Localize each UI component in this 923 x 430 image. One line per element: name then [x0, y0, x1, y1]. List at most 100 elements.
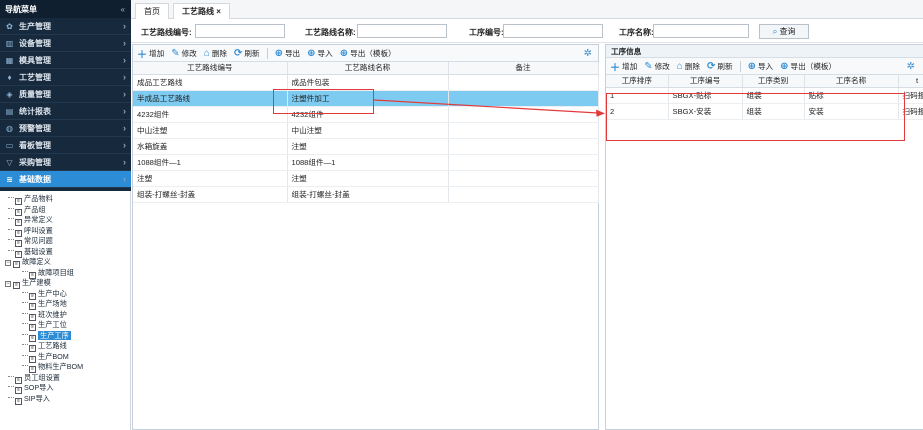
- tree-node[interactable]: ≡ 生产场地: [0, 299, 130, 310]
- proc-name-input[interactable]: [653, 24, 749, 38]
- sidebar-menu-item[interactable]: ♦ 工艺管理 ›: [0, 69, 131, 86]
- sidebar-menu-label: 质量管理: [19, 89, 51, 99]
- tree-node[interactable]: ≡ 常见问题: [0, 236, 130, 247]
- proc-settings-icon[interactable]: ✲: [907, 61, 915, 72]
- sidebar-menu-item[interactable]: ≋ 基础数据 ›: [0, 171, 131, 188]
- route-code-cell: 注塑: [133, 170, 288, 187]
- tree-node[interactable]: − ≡ 故障定义: [0, 257, 130, 268]
- route-code-input[interactable]: [195, 24, 285, 38]
- tree-node-label: 生产中心: [38, 288, 67, 298]
- sidebar-menu: ✿ 生产管理 › ▥ 设备管理 › ▦ 模具管理 › ♦ 工艺管理 › ◈ 质量管理 › ▤ 统计报表 › ◍ 预警管…: [0, 18, 131, 188]
- sidebar-menu-item[interactable]: ▤ 统计报表 ›: [0, 103, 131, 120]
- col-proc-code[interactable]: 工序编号: [668, 75, 743, 88]
- sidebar-menu-item[interactable]: ◍ 预警管理 ›: [0, 120, 131, 137]
- tree-node-label: 呼叫设置: [24, 225, 53, 235]
- col-route-code[interactable]: 工艺路线编号: [133, 62, 288, 75]
- tree-node[interactable]: ≡ 产品物料: [0, 194, 130, 205]
- route-name-cell: 注塑: [287, 170, 449, 187]
- tree-node-label: 基础设置: [24, 246, 53, 256]
- table-row[interactable]: 1088组件—1 1088组件—1: [133, 154, 599, 171]
- tree-node[interactable]: ≡ 呼叫设置: [0, 226, 130, 237]
- collapse-icon[interactable]: «: [121, 5, 125, 14]
- route-name-cell: 1088组件—1: [287, 154, 449, 171]
- route-code-cell: 组装-打螺丝-封盖: [133, 186, 288, 203]
- tree-node[interactable]: ≡ SOP导入: [0, 383, 130, 394]
- add-button[interactable]: ＋增加: [137, 46, 164, 61]
- edit-button[interactable]: ✎ 修改: [171, 48, 197, 59]
- shield-check-icon: ◈: [6, 89, 13, 99]
- gear-icon: ✿: [6, 21, 13, 31]
- table-row[interactable]: 注塑 注塑: [133, 170, 599, 187]
- sidebar-menu-item[interactable]: ◈ 质量管理 ›: [0, 86, 131, 103]
- collapse-toggle-icon[interactable]: −: [5, 260, 11, 266]
- collapse-toggle-icon[interactable]: −: [5, 281, 11, 287]
- tree-node[interactable]: ≡ 生产工位: [0, 320, 130, 331]
- col-proc-type[interactable]: 工序类别: [742, 75, 805, 88]
- tree-node[interactable]: ≡ 异常定义: [0, 215, 130, 226]
- tree-node[interactable]: ≡ 故障项目组: [0, 268, 130, 279]
- pencil-icon: ✎: [171, 47, 180, 59]
- table-row[interactable]: 中山注塑 中山注塑: [133, 122, 599, 139]
- tree-node[interactable]: ≡ 生产工序: [0, 330, 130, 342]
- col-proc-extra[interactable]: t: [898, 75, 923, 88]
- route-toolbar: ＋增加 ✎ 修改 ⌂ 删除 ⟳ 刷新 ⊕ 导出 ⊕ 导入 ⊕ 导出（模板） ✲: [133, 45, 598, 62]
- export-template-button[interactable]: ⊕ 导出（模板）: [340, 48, 396, 59]
- tree-node[interactable]: ≡ 生产BOM: [0, 352, 130, 363]
- sidebar-menu-item[interactable]: ▽ 采购管理 ›: [0, 154, 131, 171]
- table-row[interactable]: 组装-打螺丝-封盖 组装-打螺丝-封盖: [133, 186, 599, 203]
- route-name-input[interactable]: [357, 24, 447, 38]
- remark-cell: [448, 138, 599, 155]
- tree-node[interactable]: ≡ 员工组设置: [0, 373, 130, 384]
- import-button[interactable]: ⊕ 导入: [307, 48, 333, 59]
- tree-node[interactable]: ≡ 生产中心: [0, 289, 130, 300]
- proc-code-input[interactable]: [503, 24, 603, 38]
- plus-icon: ＋: [137, 49, 147, 61]
- col-route-name[interactable]: 工艺路线名称: [287, 62, 449, 75]
- tree-node[interactable]: ≡ 班次维护: [0, 310, 130, 321]
- tree-node-label: 生产建模: [22, 278, 51, 287]
- tree-node[interactable]: − ≡ 生产建模: [0, 278, 130, 289]
- route-code-cell: 中山注塑: [133, 122, 288, 139]
- proc-add-button[interactable]: ＋增加: [610, 59, 637, 74]
- bars-icon: ▥: [5, 38, 14, 48]
- proc-delete-button[interactable]: ⌂ 删除: [677, 61, 700, 72]
- proc-code-label: 工序编号:: [469, 28, 504, 37]
- settings-icon[interactable]: ✲: [584, 48, 592, 59]
- trash-icon: ⌂: [676, 60, 683, 72]
- shield-icon: ♦: [7, 72, 12, 82]
- route-code-cell: 成品工艺路线: [133, 74, 288, 91]
- sidebar-menu-item[interactable]: ✿ 生产管理 ›: [0, 18, 131, 35]
- query-button[interactable]: ⌕ 查询: [759, 24, 809, 39]
- tree-node[interactable]: ≡ 物料生产BOM: [0, 362, 130, 373]
- refresh-button[interactable]: ⟳ 刷新: [234, 48, 260, 59]
- delete-button[interactable]: ⌂ 删除: [204, 48, 227, 59]
- tree-node[interactable]: ≡ 产品组: [0, 205, 130, 216]
- col-proc-name[interactable]: 工序名称: [804, 75, 899, 88]
- cart-icon: ▽: [6, 157, 13, 167]
- tree-node[interactable]: ≡ 基础设置: [0, 247, 130, 258]
- col-remark[interactable]: 备注: [448, 62, 599, 75]
- tab-home[interactable]: 首页: [135, 3, 169, 19]
- sidebar-menu-item[interactable]: ▦ 模具管理 ›: [0, 52, 131, 69]
- table-row[interactable]: 成品工艺路线 成品件包装: [133, 74, 599, 91]
- route-table: 工艺路线编号 工艺路线名称 备注 成品工艺路线 成品件包装 半成品工艺路线 注塑件加工…: [133, 62, 599, 203]
- proc-export-template-button[interactable]: ⊕ 导出（模板）: [780, 61, 836, 72]
- tree-node-label: 生产场地: [38, 299, 67, 308]
- export-button[interactable]: ⊕ 导出: [275, 48, 301, 59]
- proc-edit-button[interactable]: ✎ 修改: [644, 61, 670, 72]
- route-name-cell: 成品件包装: [287, 74, 449, 91]
- grid-icon: ▦: [5, 55, 14, 65]
- tab-process-route[interactable]: 工艺路线 ×: [173, 3, 230, 19]
- proc-import-button[interactable]: ⊕ 导入: [748, 61, 774, 72]
- sidebar-menu-item[interactable]: ▥ 设备管理 ›: [0, 35, 131, 52]
- sidebar-menu-label: 统计报表: [19, 106, 51, 116]
- tree-node[interactable]: ≡ 工艺路线: [0, 341, 130, 352]
- tree-node[interactable]: ≡ SIP导入: [0, 394, 130, 405]
- proc-refresh-button[interactable]: ⟳ 刷新: [707, 61, 733, 72]
- table-row[interactable]: 水箱旋盖 注塑: [133, 138, 599, 155]
- search-icon: ⌕: [772, 26, 778, 36]
- sidebar-menu-label: 生产管理: [19, 21, 51, 31]
- sidebar-menu-item[interactable]: ▭ 看板管理 ›: [0, 137, 131, 154]
- tree-node-label: 物料生产BOM: [38, 362, 84, 371]
- col-proc-order[interactable]: 工序排序: [606, 75, 669, 88]
